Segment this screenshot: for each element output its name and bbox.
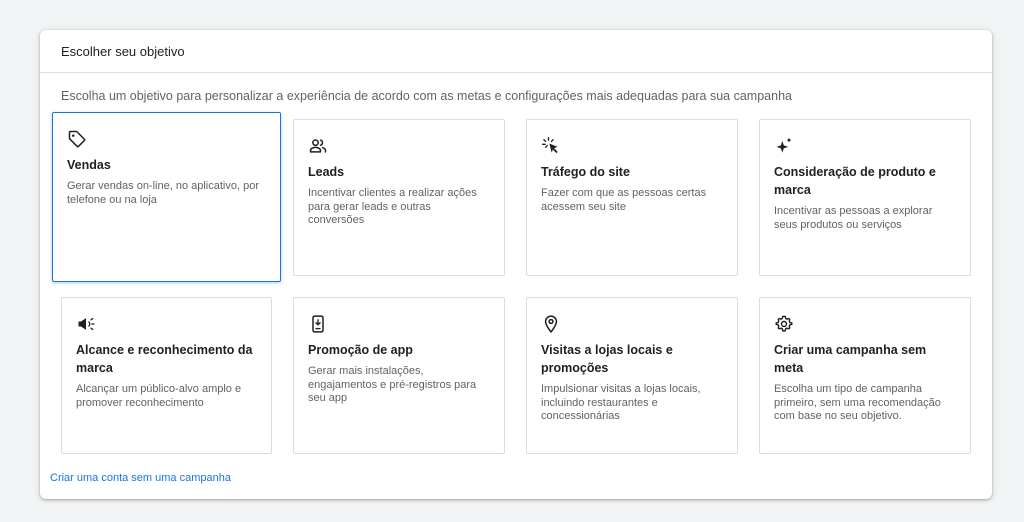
objective-description: Impulsionar visitas a lojas locais, incl… <box>541 383 701 422</box>
objective-card-sem-meta[interactable]: Criar uma campanha sem meta Escolha um t… <box>759 297 971 454</box>
phone-download-icon <box>308 314 328 334</box>
people-icon <box>308 136 328 156</box>
create-account-without-campaign-link[interactable]: Criar uma conta sem uma campanha <box>50 472 231 484</box>
objective-card-leads[interactable]: Leads Incentivar clientes a realizar açõ… <box>293 119 505 276</box>
objective-title: Criar uma campanha sem meta <box>774 343 927 375</box>
sparkle-icon <box>774 136 794 156</box>
objective-title: Visitas a lojas locais e promoções <box>541 343 673 375</box>
objective-title: Tráfego do site <box>541 165 630 179</box>
objective-description: Escolha um tipo de campanha primeiro, se… <box>774 383 941 422</box>
objective-description: Fazer com que as pessoas certas acessem … <box>541 187 707 213</box>
panel-title: Escolher seu objetivo <box>61 44 185 59</box>
objective-card-vendas[interactable]: Vendas Gerar vendas on-line, no aplicati… <box>52 112 281 282</box>
objective-title: Consideração de produto e marca <box>774 165 936 197</box>
panel-header: Escolher seu objetivo <box>40 30 992 73</box>
cursor-click-icon <box>541 136 561 156</box>
objective-card-visitas[interactable]: Visitas a lojas locais e promoções Impul… <box>526 297 738 454</box>
objective-card-trafego[interactable]: Tráfego do site Fazer com que as pessoas… <box>526 119 738 276</box>
tag-icon <box>67 129 87 149</box>
objective-title: Promoção de app <box>308 343 413 357</box>
objective-title: Vendas <box>67 158 111 172</box>
objective-description: Alcançar um público-alvo amplo e promove… <box>76 383 242 409</box>
objective-title: Leads <box>308 165 345 179</box>
objective-description: Gerar mais instalações, engajamentos e p… <box>308 365 477 404</box>
objective-description: Incentivar as pessoas a explorar seus pr… <box>774 205 933 231</box>
objective-card-consideracao[interactable]: Consideração de produto e marca Incentiv… <box>759 119 971 276</box>
gear-icon <box>774 314 794 334</box>
panel-subtitle: Escolha um objetivo para personalizar a … <box>61 89 792 103</box>
objective-panel: Escolher seu objetivo Escolha um objetiv… <box>40 30 992 499</box>
objective-card-alcance[interactable]: Alcance e reconhecimento da marca Alcanç… <box>61 297 272 454</box>
location-pin-icon <box>541 314 561 334</box>
objective-title: Alcance e reconhecimento da marca <box>76 343 253 375</box>
objective-description: Incentivar clientes a realizar ações par… <box>308 187 477 226</box>
objective-card-app[interactable]: Promoção de app Gerar mais instalações, … <box>293 297 505 454</box>
objective-description: Gerar vendas on-line, no aplicativo, por… <box>67 180 259 206</box>
megaphone-icon <box>76 314 96 334</box>
